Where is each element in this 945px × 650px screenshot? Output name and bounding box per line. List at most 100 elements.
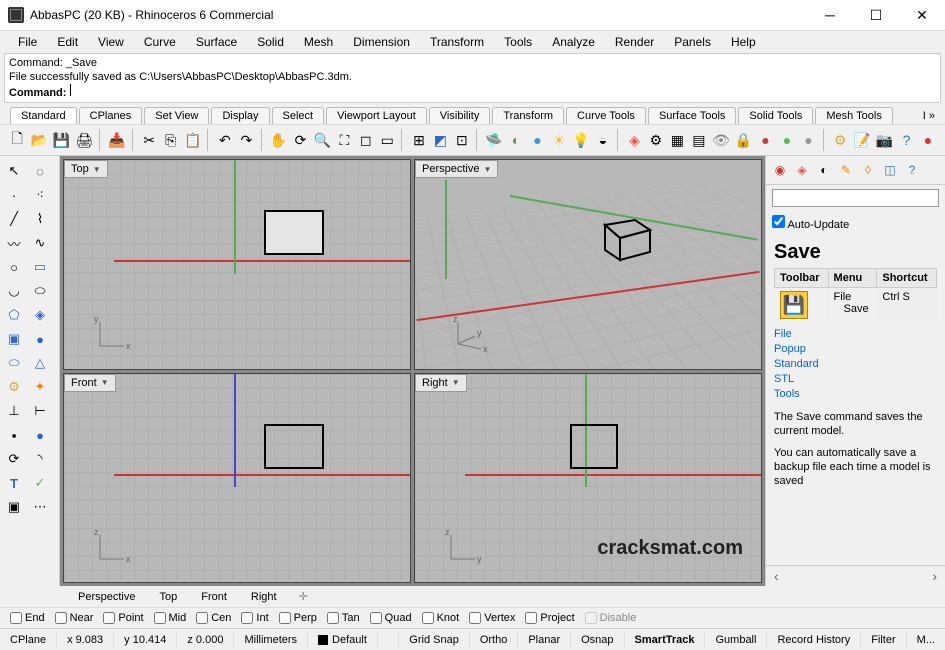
tooltab-solidtools[interactable]: Solid Tools: [738, 107, 813, 124]
line-icon[interactable]: ╱: [2, 208, 26, 230]
circle-icon[interactable]: ○: [2, 256, 26, 278]
interp-curve-icon[interactable]: ∿: [28, 232, 52, 254]
link-popup[interactable]: Popup: [774, 342, 937, 357]
cut-icon[interactable]: ✂: [140, 128, 158, 152]
viewport-right[interactable]: Right▼ zy cracksmat.com: [414, 373, 762, 584]
tooltab-standard[interactable]: Standard: [10, 107, 77, 124]
info-panel-icon[interactable]: ◊: [858, 160, 878, 180]
viewport-perspective[interactable]: Perspective▼ zxy: [414, 159, 762, 370]
osnap-perp[interactable]: Perp: [279, 612, 317, 624]
status-ortho[interactable]: Ortho: [469, 632, 518, 648]
split-icon[interactable]: ⊢: [28, 400, 52, 422]
osnap-int[interactable]: Int: [241, 612, 268, 624]
display-mode-icon[interactable]: ⊡: [453, 128, 471, 152]
render-icon[interactable]: ●: [528, 128, 546, 152]
menu-view[interactable]: View: [88, 33, 134, 51]
help-icon[interactable]: ?: [897, 128, 915, 152]
camera-icon[interactable]: 📷: [875, 128, 894, 152]
point-icon[interactable]: ·: [2, 184, 26, 206]
osnap-disable[interactable]: Disable: [585, 612, 637, 624]
pointer-icon[interactable]: ↖: [2, 160, 26, 182]
new-icon[interactable]: 🗋: [8, 128, 26, 152]
command-history[interactable]: Command: _Save File successfully saved a…: [4, 53, 941, 103]
tooltab-display[interactable]: Display: [211, 107, 269, 124]
spiral-icon[interactable]: ◈: [28, 304, 52, 326]
zoom-selected-icon[interactable]: ◻: [357, 128, 375, 152]
osnap-knot[interactable]: Knot: [422, 612, 460, 624]
help-panel-icon[interactable]: ?: [902, 160, 922, 180]
osnap-tan[interactable]: Tan: [327, 612, 360, 624]
sphere-icon[interactable]: ●: [28, 328, 52, 350]
plane-point-icon[interactable]: ▪: [2, 424, 26, 446]
osnap-vertex[interactable]: Vertex: [469, 612, 515, 624]
add-viewport-tab[interactable]: ✛: [293, 588, 314, 605]
tooltab-setview[interactable]: Set View: [144, 107, 209, 124]
fillet-icon[interactable]: ◝: [28, 448, 52, 470]
menu-tools[interactable]: Tools: [494, 33, 542, 51]
status-osnap[interactable]: Osnap: [570, 632, 623, 648]
lightbulb-icon[interactable]: 💡: [571, 128, 590, 152]
status-recordhistory[interactable]: Record History: [766, 632, 860, 648]
status-smarttrack[interactable]: SmartTrack: [624, 632, 705, 648]
vtab-perspective[interactable]: Perspective: [70, 589, 143, 605]
osnap-quad[interactable]: Quad: [370, 612, 412, 624]
layers-icon[interactable]: ◈: [625, 128, 643, 152]
ellipse-icon[interactable]: ⬭: [28, 280, 52, 302]
maximize-button[interactable]: ☐: [853, 0, 899, 31]
status-cplane[interactable]: CPlane: [0, 632, 57, 648]
tooltab-visibility[interactable]: Visibility: [429, 107, 491, 124]
undo-icon[interactable]: ↶: [216, 128, 234, 152]
cylinder-icon[interactable]: ⬭: [2, 352, 26, 374]
viewport-front[interactable]: Front▼ zx: [63, 373, 411, 584]
text-icon[interactable]: T: [2, 472, 26, 494]
prop-icon[interactable]: ◉: [770, 160, 790, 180]
ungroup-icon[interactable]: ▤: [690, 128, 708, 152]
hide-icon[interactable]: 👁: [711, 128, 731, 152]
viewport-label-perspective[interactable]: Perspective▼: [415, 160, 498, 178]
tooltab-viewportlayout[interactable]: Viewport Layout: [326, 107, 427, 124]
info-icon[interactable]: ●: [919, 128, 937, 152]
menu-file[interactable]: File: [8, 33, 47, 51]
layers-panel-icon[interactable]: ◈: [792, 160, 812, 180]
dropdown-icon[interactable]: ▼: [101, 378, 109, 387]
tooltab-select[interactable]: Select: [272, 107, 325, 124]
rectangle-icon[interactable]: ▭: [28, 256, 52, 278]
rotate-icon[interactable]: ⟳: [291, 128, 309, 152]
menu-edit[interactable]: Edit: [47, 33, 88, 51]
sun-icon[interactable]: ☀: [550, 128, 568, 152]
doc-properties-icon[interactable]: 📝: [852, 128, 871, 152]
block-icon[interactable]: ▣: [2, 496, 26, 518]
menu-analyze[interactable]: Analyze: [542, 33, 605, 51]
more-icon[interactable]: ⋯: [28, 496, 52, 518]
import-icon[interactable]: 📥: [107, 128, 126, 152]
link-stl[interactable]: STL: [774, 372, 937, 387]
trim-icon[interactable]: ⊥: [2, 400, 26, 422]
print-icon[interactable]: 🖨: [74, 128, 94, 152]
points-icon[interactable]: ⁖: [28, 184, 52, 206]
tooltab-transform[interactable]: Transform: [492, 107, 564, 124]
tooltab-cplanes[interactable]: CPlanes: [79, 107, 143, 124]
menu-solid[interactable]: Solid: [247, 33, 294, 51]
redo-icon[interactable]: ↷: [237, 128, 255, 152]
dropdown-icon[interactable]: ▼: [452, 378, 460, 387]
auto-update-checkbox[interactable]: Auto-Update: [772, 219, 849, 231]
status-gumball[interactable]: Gumball: [704, 632, 766, 648]
paste-icon[interactable]: 📋: [183, 128, 202, 152]
vtab-right[interactable]: Right: [243, 589, 285, 605]
options-icon[interactable]: ⚙: [831, 128, 849, 152]
set-cplane-icon[interactable]: ⊞: [410, 128, 428, 152]
tooltab-meshtools[interactable]: Mesh Tools: [815, 107, 892, 124]
status-filter[interactable]: Filter: [860, 632, 905, 648]
edit-panel-icon[interactable]: ✎: [836, 160, 856, 180]
render-preview-icon[interactable]: ◐: [507, 128, 525, 152]
offset-icon[interactable]: ⟳: [2, 448, 26, 470]
spotlight-icon[interactable]: ◒: [594, 128, 612, 152]
menu-panels[interactable]: Panels: [664, 33, 721, 51]
menu-render[interactable]: Render: [605, 33, 664, 51]
tooltabs-overflow[interactable]: I »: [923, 110, 935, 122]
viewport-label-top[interactable]: Top▼: [64, 160, 108, 178]
menu-curve[interactable]: Curve: [134, 33, 186, 51]
arc-icon[interactable]: ◡: [2, 280, 26, 302]
menu-transform[interactable]: Transform: [420, 33, 494, 51]
osnap-near[interactable]: Near: [55, 612, 94, 624]
